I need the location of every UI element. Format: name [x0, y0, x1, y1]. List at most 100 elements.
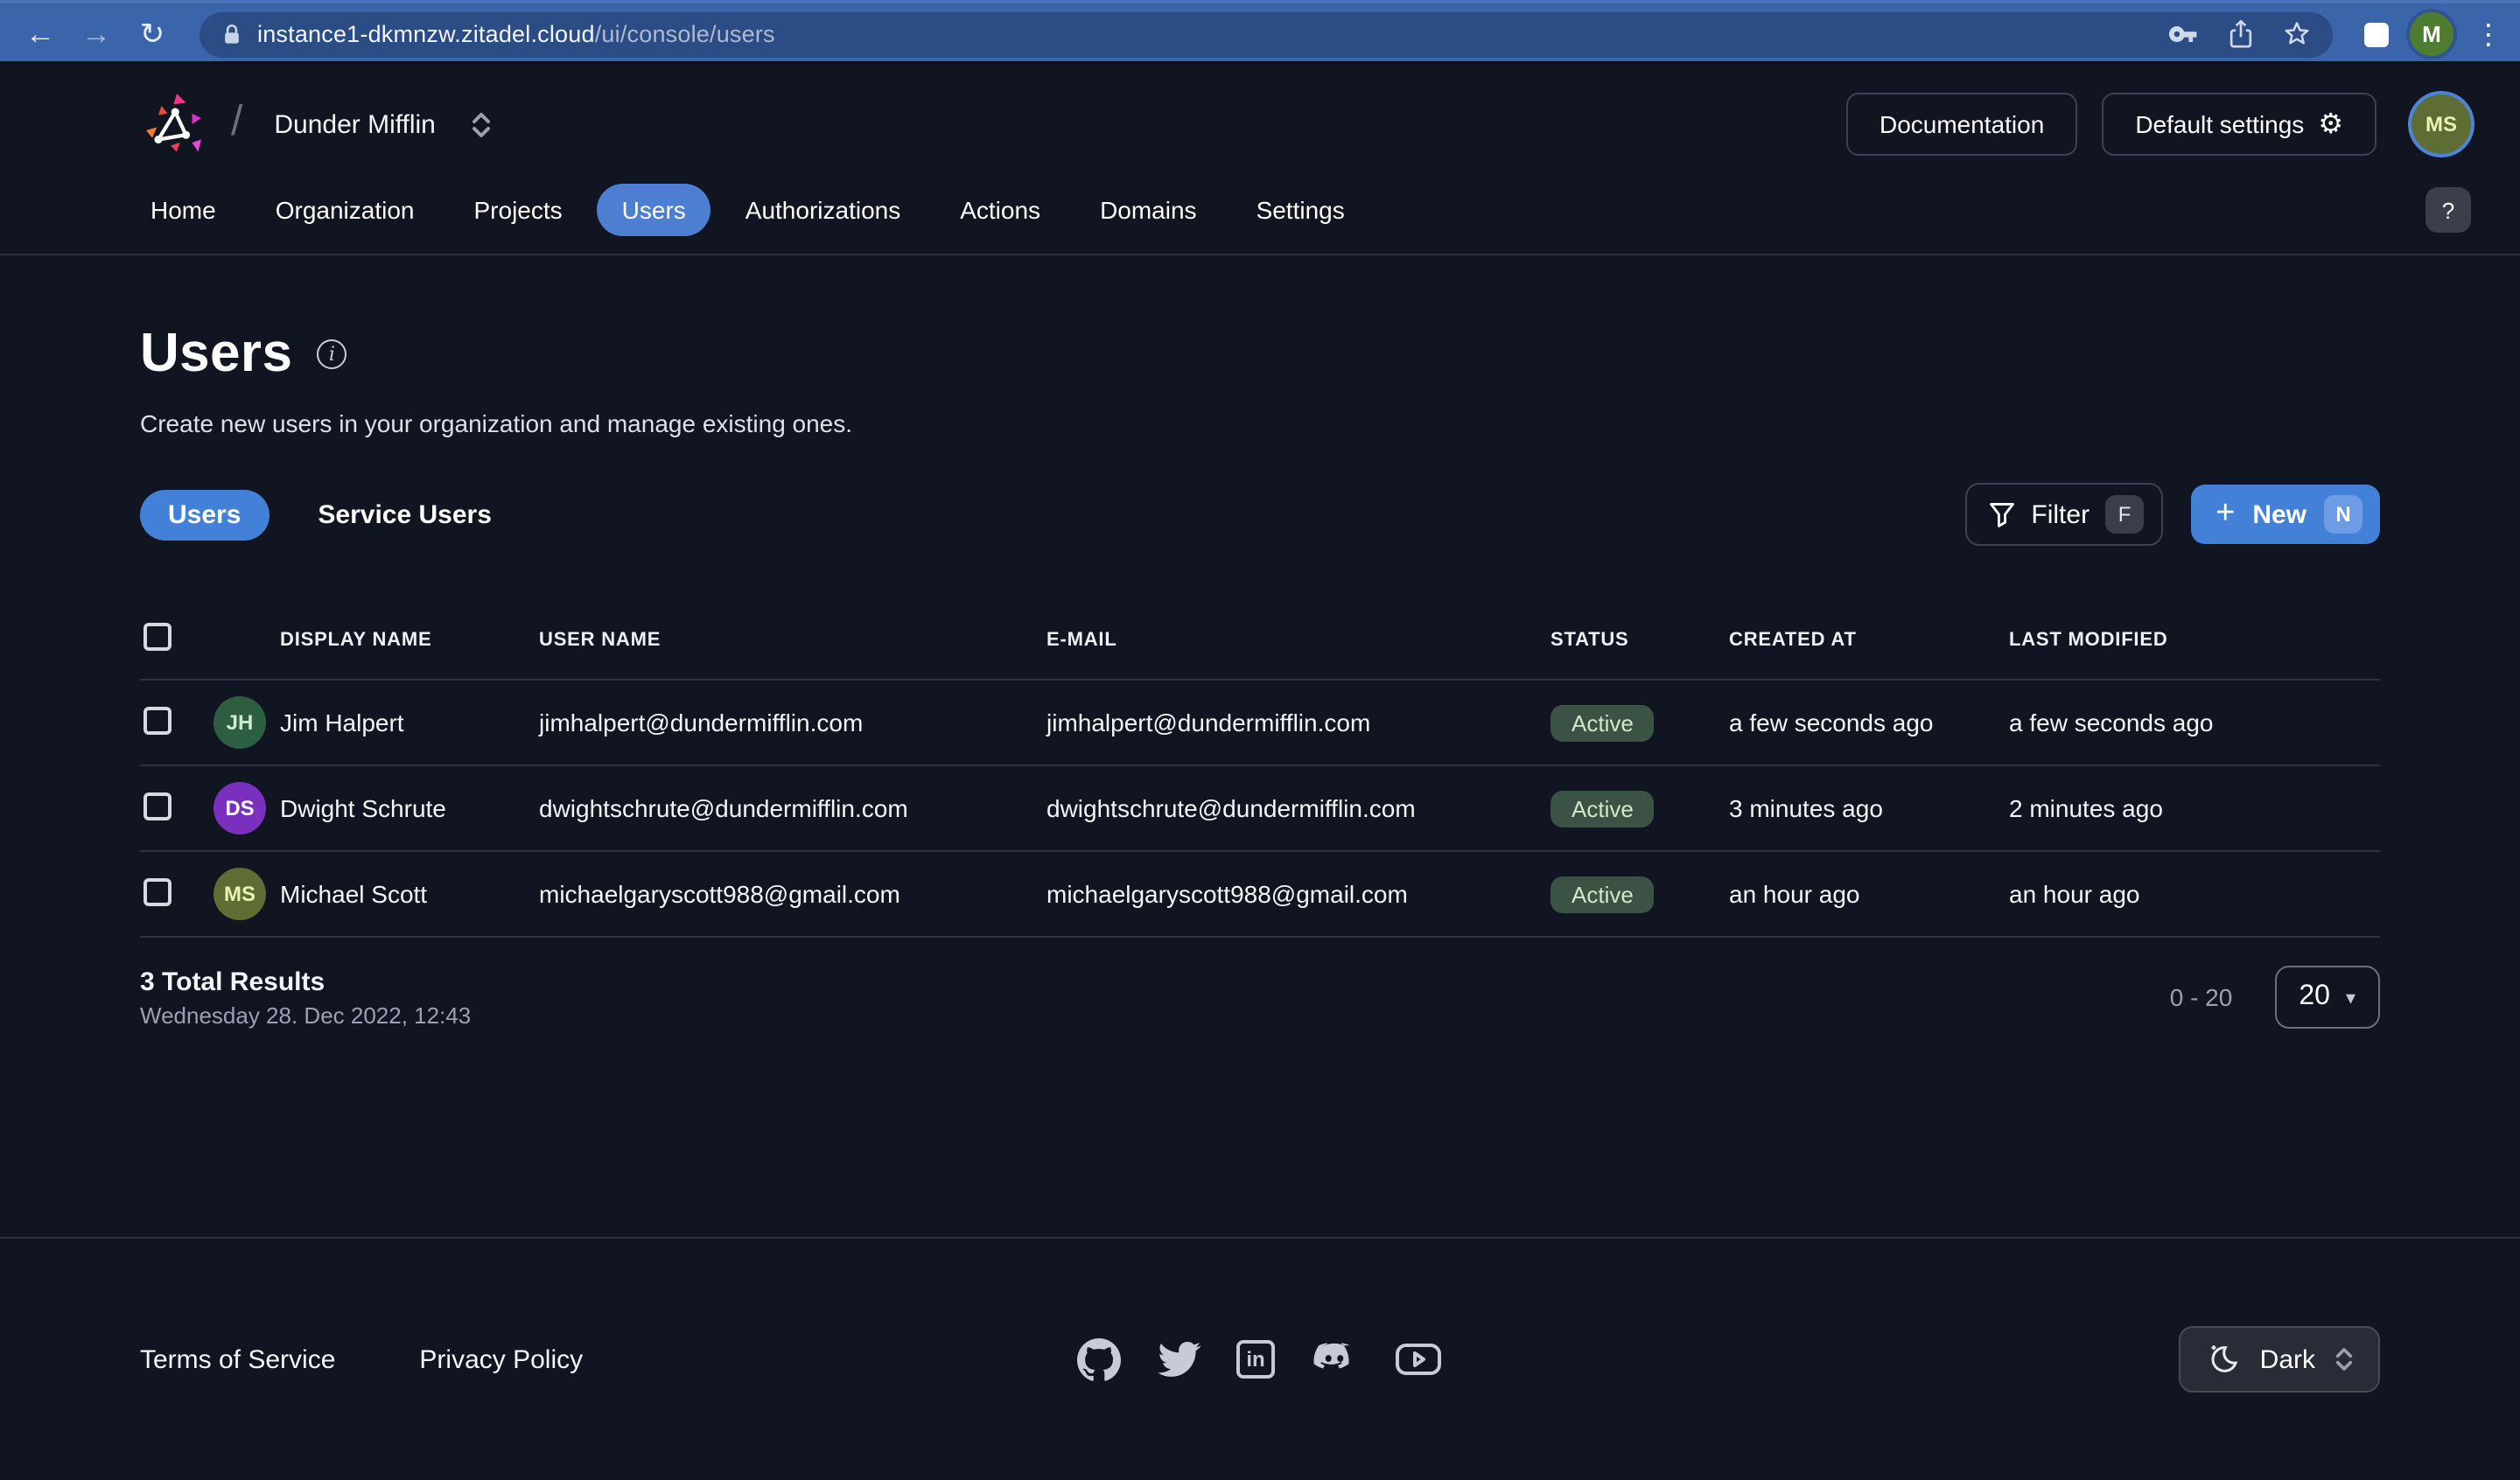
theme-select[interactable]: Dark: [2180, 1326, 2380, 1393]
browser-menu-icon[interactable]: ⋮: [2474, 17, 2502, 52]
reload-icon[interactable]: ↻: [130, 11, 175, 57]
tab-service-users[interactable]: Service Users: [290, 489, 520, 540]
password-key-icon[interactable]: [2168, 23, 2200, 45]
last-modified-cell: an hour ago: [2006, 851, 2380, 937]
user-avatar[interactable]: MS: [2412, 94, 2471, 154]
nav-item-domains[interactable]: Domains: [1075, 184, 1222, 236]
col-display-name: DISPLAY NAME: [276, 598, 536, 680]
footer: Terms of Service Privacy Policy in: [0, 1237, 2520, 1480]
last-modified-cell: a few seconds ago: [2006, 680, 2380, 765]
nav-item-settings[interactable]: Settings: [1232, 184, 1369, 236]
col-last-modified: LAST MODIFIED: [2006, 598, 2380, 680]
avatar: JH: [214, 696, 266, 749]
table-body: JH Jim Halpert jimhalpert@dundermifflin.…: [140, 680, 2380, 937]
email-cell: jimhalpert@dundermifflin.com: [1043, 680, 1547, 765]
bookmark-star-icon[interactable]: [2282, 19, 2312, 49]
display-name-cell: Dwight Schrute: [276, 765, 536, 851]
pagination: 3 Total Results Wednesday 28. Dec 2022, …: [140, 966, 2380, 1029]
page-range: 0 - 20: [2170, 983, 2233, 1011]
youtube-icon[interactable]: [1394, 1340, 1443, 1379]
browser-profile-avatar[interactable]: M: [2410, 12, 2454, 56]
zitadel-console: / Dunder Mifflin Documentation Default s…: [0, 65, 2520, 1480]
row-checkbox[interactable]: [144, 877, 172, 905]
default-settings-label: Default settings: [2135, 110, 2304, 138]
row-checkbox[interactable]: [144, 792, 172, 820]
display-name-cell: Jim Halpert: [276, 680, 536, 765]
table-row[interactable]: JH Jim Halpert jimhalpert@dundermifflin.…: [140, 680, 2380, 765]
address-bar[interactable]: instance1-dkmnzw.zitadel.cloud/ui/consol…: [200, 11, 2333, 57]
col-email: E-MAIL: [1043, 598, 1547, 680]
github-icon[interactable]: [1077, 1337, 1121, 1381]
total-results: 3 Total Results: [140, 967, 471, 996]
back-icon[interactable]: ←: [18, 11, 63, 57]
status-badge: Active: [1550, 876, 1655, 912]
documentation-button[interactable]: Documentation: [1846, 93, 2077, 156]
plus-icon: +: [2216, 496, 2235, 529]
nav-item-projects[interactable]: Projects: [450, 184, 587, 236]
app-header: / Dunder Mifflin Documentation Default s…: [0, 65, 2520, 255]
nav-item-users[interactable]: Users: [598, 184, 710, 236]
nav-item-actions[interactable]: Actions: [935, 184, 1065, 236]
social-links: in: [1077, 1337, 1443, 1382]
main-content: Users i Create new users in your organiz…: [0, 255, 2520, 1237]
caret-down-icon: ▾: [2346, 986, 2356, 1009]
nav-item-authorizations[interactable]: Authorizations: [721, 184, 925, 236]
select-all-checkbox[interactable]: [144, 623, 172, 651]
side-panel-icon[interactable]: [2364, 22, 2389, 46]
page-size-value: 20: [2299, 981, 2330, 1013]
gear-icon: ⚙: [2318, 110, 2343, 138]
page-size-select[interactable]: 20 ▾: [2274, 966, 2380, 1029]
filter-button[interactable]: Filter F: [1964, 483, 2163, 546]
users-table: DISPLAY NAME USER NAME E-MAIL STATUS CRE…: [140, 598, 2380, 938]
forward-icon[interactable]: →: [74, 11, 119, 57]
brand: / Dunder Mifflin: [140, 87, 492, 161]
brand-separator: /: [231, 98, 242, 147]
lock-icon: [220, 21, 243, 47]
url-path: /ui/console/users: [595, 21, 775, 47]
documentation-label: Documentation: [1880, 110, 2044, 138]
org-switcher-icon[interactable]: [471, 111, 492, 137]
nav-item-organization[interactable]: Organization: [251, 184, 439, 236]
table-row[interactable]: MS Michael Scott michaelgaryscott988@gma…: [140, 851, 2380, 937]
zitadel-logo-icon[interactable]: [140, 87, 214, 161]
share-icon[interactable]: [2228, 19, 2254, 49]
filter-shortcut-badge: F: [2105, 495, 2144, 534]
browser-chrome: ← → ↻ instance1-dkmnzw.zitadel.cloud/ui/…: [0, 0, 2520, 65]
row-checkbox[interactable]: [144, 706, 172, 734]
new-shortcut-badge: N: [2324, 495, 2362, 534]
linkedin-icon[interactable]: in: [1236, 1340, 1275, 1379]
terms-of-service-link[interactable]: Terms of Service: [140, 1344, 335, 1374]
table-header-row: DISPLAY NAME USER NAME E-MAIL STATUS CRE…: [140, 598, 2380, 680]
col-user-name: USER NAME: [536, 598, 1043, 680]
status-badge: Active: [1550, 704, 1655, 741]
new-button[interactable]: + New N: [2191, 485, 2380, 544]
user-name-cell: jimhalpert@dundermifflin.com: [536, 680, 1043, 765]
timestamp: Wednesday 28. Dec 2022, 12:43: [140, 1002, 471, 1028]
info-icon[interactable]: i: [317, 339, 346, 368]
moon-icon: [2206, 1342, 2241, 1377]
filter-funnel-icon: [1987, 500, 2015, 528]
email-cell: michaelgaryscott988@gmail.com: [1043, 851, 1547, 937]
user-name-cell: dwightschrute@dundermifflin.com: [536, 765, 1043, 851]
page-description: Create new users in your organization an…: [140, 409, 2380, 437]
last-modified-cell: 2 minutes ago: [2006, 765, 2380, 851]
browser-window: ← → ↻ instance1-dkmnzw.zitadel.cloud/ui/…: [0, 0, 2520, 1480]
page-title: Users: [140, 322, 292, 385]
filter-label: Filter: [2031, 499, 2090, 529]
default-settings-button[interactable]: Default settings ⚙: [2102, 93, 2376, 156]
toolbar: Users Service Users Filter F + New N: [140, 483, 2380, 546]
privacy-policy-link[interactable]: Privacy Policy: [419, 1344, 583, 1374]
tab-users[interactable]: Users: [140, 489, 269, 540]
help-button[interactable]: ?: [2426, 187, 2471, 233]
discord-icon[interactable]: [1310, 1340, 1359, 1379]
user-name-cell: michaelgaryscott988@gmail.com: [536, 851, 1043, 937]
email-cell: dwightschrute@dundermifflin.com: [1043, 765, 1547, 851]
col-created-at: CREATED AT: [1726, 598, 2006, 680]
twitter-icon[interactable]: [1156, 1337, 1201, 1382]
theme-label: Dark: [2260, 1344, 2315, 1374]
theme-sorter-icon: [2334, 1347, 2354, 1372]
org-name[interactable]: Dunder Mifflin: [274, 109, 436, 139]
url-text: instance1-dkmnzw.zitadel.cloud/ui/consol…: [257, 21, 2154, 47]
nav-item-home[interactable]: Home: [126, 184, 241, 236]
table-row[interactable]: DS Dwight Schrute dwightschrute@dundermi…: [140, 765, 2380, 851]
